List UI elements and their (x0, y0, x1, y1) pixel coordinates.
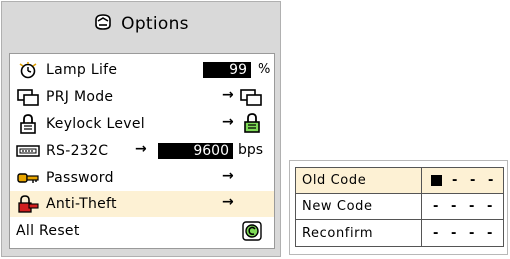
code-digit: - (451, 225, 457, 241)
old-code-input[interactable]: - - - (422, 173, 503, 188)
menu-item-anti-theft[interactable]: Anti-Theft → (10, 191, 274, 217)
panel-title: Options (2, 2, 280, 46)
new-code-row[interactable]: New Code - - - - (296, 194, 503, 220)
menu-item-prj-mode[interactable]: PRJ Mode → (10, 84, 274, 110)
menu-item-label: PRJ Mode (46, 89, 114, 105)
old-code-label: Old Code (296, 168, 422, 193)
anti-theft-icon (16, 195, 40, 213)
rs232c-value: 9600 (158, 143, 233, 159)
menu-item-label: Password (46, 170, 114, 186)
reconfirm-input[interactable]: - - - - (422, 226, 503, 241)
old-code-row[interactable]: Old Code - - - (296, 168, 503, 194)
options-panel: Options Lamp Life 99 % PRJ Mode → Keyloc… (1, 1, 281, 257)
menu-item-label: RS-232C (46, 143, 109, 159)
new-code-input[interactable]: - - - - (422, 199, 503, 214)
menu-item-lamp-life[interactable]: Lamp Life 99 % (10, 57, 274, 83)
code-digit: - (469, 225, 475, 241)
prj-mode-state-icon (240, 88, 262, 110)
menu-item-password[interactable]: Password → (10, 165, 274, 191)
input-cursor (431, 175, 442, 186)
menu-item-all-reset[interactable]: All Reset (10, 218, 274, 244)
panel-title-text: Options (121, 14, 189, 34)
reconfirm-label: Reconfirm (296, 220, 422, 246)
submenu-arrow: → (222, 114, 234, 130)
new-code-label: New Code (296, 194, 422, 219)
prj-mode-icon (16, 88, 40, 106)
menu-item-label: Keylock Level (46, 116, 145, 132)
code-digit: - (452, 173, 458, 188)
key-icon (16, 169, 40, 187)
options-menu: Lamp Life 99 % PRJ Mode → Keylock Level … (9, 53, 275, 249)
rs232c-icon (16, 142, 40, 160)
anti-theft-code-panel: Old Code - - - New Code - - - - Reconfir… (289, 160, 508, 255)
code-digit: - (470, 173, 476, 188)
code-digit: - (433, 225, 439, 241)
submenu-arrow: → (222, 194, 234, 210)
reconfirm-row[interactable]: Reconfirm - - - - (296, 220, 503, 246)
keylock-state-icon (243, 113, 261, 137)
menu-item-label: Lamp Life (46, 62, 118, 78)
code-digit: - (469, 199, 475, 214)
submenu-arrow: → (222, 168, 234, 184)
menu-item-label: Anti-Theft (46, 196, 117, 212)
options-icon (93, 13, 113, 36)
code-digit: - (487, 199, 493, 214)
menu-item-rs232c[interactable]: RS-232C → 9600 bps (10, 138, 274, 164)
menu-item-label: All Reset (16, 223, 80, 239)
code-digit: - (488, 173, 494, 188)
keylock-icon (16, 114, 40, 134)
code-digit: - (487, 225, 493, 241)
code-digit: - (451, 199, 457, 214)
lamp-life-unit: % (258, 62, 271, 77)
submenu-arrow: → (135, 141, 147, 157)
submenu-arrow: → (222, 87, 234, 103)
reset-icon (242, 221, 262, 245)
rs232c-unit: bps (238, 142, 264, 158)
code-digit: - (433, 199, 439, 214)
lamp-life-value: 99 (203, 62, 251, 78)
hourglass-icon (16, 61, 40, 79)
code-table: Old Code - - - New Code - - - - Reconfir… (295, 167, 504, 247)
menu-item-keylock-level[interactable]: Keylock Level → (10, 111, 274, 137)
